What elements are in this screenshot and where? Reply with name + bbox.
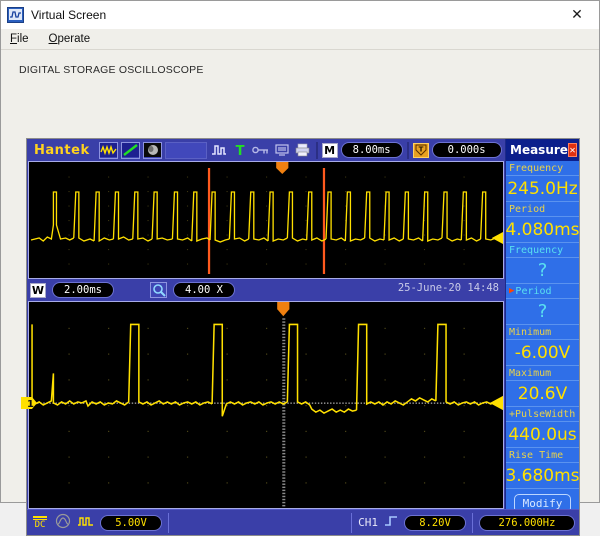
measure-header: Measure ✕ bbox=[506, 139, 579, 161]
volts-per-div-value[interactable]: 5.00V bbox=[100, 514, 162, 531]
menu-operate-rest: perate bbox=[57, 33, 91, 45]
measure-label-4[interactable]: Minimum bbox=[506, 325, 579, 340]
pulse-icon[interactable] bbox=[210, 141, 228, 159]
measure-label-text-0: Frequency bbox=[509, 162, 564, 174]
measure-label-text-2: Frequency bbox=[509, 244, 564, 256]
print-icon[interactable] bbox=[294, 141, 312, 159]
channel-label: CH1 bbox=[358, 516, 378, 529]
menu-operate-mnemonic: O bbox=[48, 33, 58, 45]
scope-status-bar: DC 5.00V CH1 8.20V 276.000Hz bbox=[27, 509, 579, 535]
scope-toolbar: Hantek T M 8.00ms T 0.000s bbox=[27, 139, 505, 161]
measure-value-5: 20.6V bbox=[506, 381, 579, 407]
menu-file-rest: ile bbox=[17, 33, 29, 45]
menu-bar: File Operate bbox=[1, 29, 599, 49]
status-divider-3 bbox=[472, 512, 473, 533]
measure-label-3[interactable]: ▶ Period bbox=[506, 284, 579, 299]
measure-label-5[interactable]: Maximum bbox=[506, 366, 579, 381]
brand-label: Hantek bbox=[34, 142, 90, 158]
menu-file-mnemonic: F bbox=[10, 33, 18, 45]
bandwidth-limit-icon[interactable] bbox=[55, 513, 71, 533]
measure-label-text-5: Maximum bbox=[509, 367, 552, 379]
measure-panel: Measure ✕ Frequency 245.0Hz Period 4.080… bbox=[505, 139, 580, 513]
timebase-mode-badge[interactable]: M bbox=[321, 142, 338, 158]
magnifier-icon[interactable] bbox=[150, 282, 167, 298]
zoom-waveform-svg bbox=[29, 302, 503, 508]
trigger-offset-value[interactable]: 0.000s bbox=[431, 142, 502, 158]
toolbar-divider-2 bbox=[406, 141, 409, 159]
selection-arrow-icon: ▶ bbox=[509, 285, 515, 296]
green-slope-icon[interactable] bbox=[120, 141, 140, 159]
measure-title: Measure bbox=[510, 143, 568, 157]
measure-label-2[interactable]: Frequency bbox=[506, 243, 579, 258]
oscilloscope-panel: Hantek T M 8.00ms T 0.000s W 2.00ms 4.00… bbox=[21, 138, 580, 536]
measure-label-text-6: +PulseWidth bbox=[509, 408, 576, 420]
key-icon[interactable] bbox=[251, 141, 270, 159]
waveform-icon bbox=[7, 6, 24, 23]
measure-label-text-3: Period bbox=[515, 285, 552, 297]
trigger-marker-icon[interactable]: T bbox=[412, 142, 429, 158]
measure-value-1: 4.080ms bbox=[505, 217, 580, 243]
measure-label-7[interactable]: Rise Time bbox=[506, 448, 579, 463]
menu-operate[interactable]: Operate bbox=[46, 32, 94, 46]
channel-1-ground-marker[interactable]: 1 bbox=[21, 395, 37, 411]
measure-value-4: -6.00V bbox=[506, 340, 579, 366]
measure-label-0[interactable]: Frequency bbox=[506, 161, 579, 176]
window-timebase-value[interactable]: 2.00ms bbox=[52, 282, 114, 298]
waveform-yellow-icon[interactable] bbox=[98, 141, 118, 159]
rising-edge-icon[interactable] bbox=[384, 513, 398, 532]
svg-text:1: 1 bbox=[27, 399, 34, 410]
save-screen-icon[interactable] bbox=[273, 141, 291, 159]
measure-label-6[interactable]: +PulseWidth bbox=[506, 407, 579, 422]
measure-value-7: 3.680ms bbox=[505, 463, 580, 489]
measure-label-text-1: Period bbox=[509, 203, 546, 215]
dc-coupling-icon[interactable]: DC bbox=[31, 515, 49, 530]
measure-close-button[interactable]: ✕ bbox=[567, 143, 577, 157]
main-waveform-display[interactable] bbox=[28, 161, 504, 279]
measure-value-3: ? bbox=[506, 299, 579, 325]
page-title: DIGITAL STORAGE OSCILLOSCOPE bbox=[19, 64, 204, 76]
measure-label-text-7: Rise Time bbox=[509, 449, 564, 461]
svg-text:T: T bbox=[235, 144, 244, 157]
client-area: DIGITAL STORAGE OSCILLOSCOPE Hantek T M … bbox=[1, 49, 599, 536]
window-title: Virtual Screen bbox=[31, 7, 107, 22]
main-waveform-svg bbox=[29, 162, 503, 278]
measure-value-6: 440.0us bbox=[506, 422, 579, 448]
scope-main: Hantek T M 8.00ms T 0.000s W 2.00ms 4.00… bbox=[21, 139, 580, 513]
measure-label-text-4: Minimum bbox=[509, 326, 552, 338]
zoom-window-bar: W 2.00ms 4.00 X 25-June-20 14:48 bbox=[27, 279, 505, 301]
measure-label-1[interactable]: Period bbox=[506, 202, 579, 217]
trigger-frequency-value[interactable]: 276.000Hz bbox=[479, 514, 575, 531]
toolbar-divider bbox=[315, 141, 318, 159]
scope-display-column: Hantek T M 8.00ms T 0.000s W 2.00ms 4.00… bbox=[21, 139, 505, 509]
trigger-t-icon[interactable]: T bbox=[231, 141, 249, 159]
title-bar: Virtual Screen ✕ bbox=[1, 1, 599, 29]
menu-file[interactable]: File bbox=[7, 32, 32, 46]
fft-thumbnail-icon[interactable] bbox=[142, 141, 162, 159]
virtual-screen-window: Virtual Screen ✕ File Operate DIGITAL ST… bbox=[0, 0, 600, 536]
status-divider-1 bbox=[168, 512, 169, 533]
status-divider-2 bbox=[351, 512, 353, 533]
measure-rows: Frequency 245.0Hz Period 4.080ms Frequen… bbox=[505, 161, 580, 513]
measure-value-0: 245.0Hz bbox=[506, 176, 579, 202]
trigger-level-value[interactable]: 8.20V bbox=[404, 514, 466, 531]
zoom-factor-value[interactable]: 4.00 X bbox=[173, 282, 235, 298]
blank-display-icon[interactable] bbox=[164, 141, 207, 159]
measure-value-2: ? bbox=[506, 258, 579, 284]
window-mode-badge[interactable]: W bbox=[30, 282, 46, 298]
datetime-label: 25-June-20 14:48 bbox=[397, 282, 499, 294]
square-wave-icon[interactable] bbox=[77, 513, 94, 532]
zoom-waveform-display[interactable]: 1 bbox=[21, 301, 504, 509]
timebase-value[interactable]: 8.00ms bbox=[340, 142, 403, 158]
window-close-button[interactable]: ✕ bbox=[555, 1, 599, 28]
svg-text:T: T bbox=[418, 146, 423, 154]
